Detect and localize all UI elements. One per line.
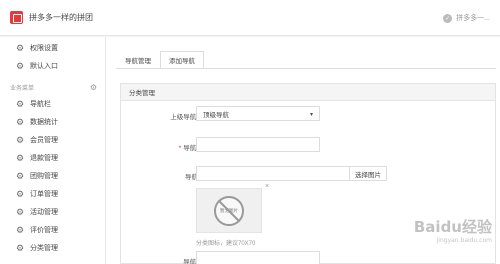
close-icon[interactable]: × — [265, 183, 269, 190]
sidebar-item-refunds[interactable]: ⚙ 退款管理 — [0, 149, 105, 167]
gear-icon: ⚙ — [15, 242, 25, 253]
category-select[interactable]: 顶级导航 ▾ — [196, 106, 320, 121]
tab-divider — [116, 68, 496, 69]
gear-icon: ⚙ — [15, 134, 25, 145]
gear-icon: ⚙ — [15, 42, 25, 53]
nav-sort-input[interactable] — [196, 251, 320, 264]
user-avatar-icon: ✓ — [443, 13, 453, 23]
gear-icon: ⚙ — [15, 224, 25, 235]
required-marker: * — [178, 145, 182, 152]
image-preview: 暂无图片 — [196, 188, 262, 233]
gear-icon: ⚙ — [15, 98, 25, 109]
sidebar-item-default-entry[interactable]: ⚙ 默认入口 — [0, 57, 105, 75]
tab-bar: 导航管理 添加导航 — [116, 51, 204, 69]
sidebar-item-label: 活动管理 — [30, 209, 58, 216]
app-title: 拼多多一样的拼团 — [29, 13, 93, 22]
sidebar-item-label: 分类管理 — [30, 245, 58, 252]
sidebar-item-statistics[interactable]: ⚙ 数据统计 — [0, 113, 105, 131]
select-image-button[interactable]: 选择图片 — [349, 166, 387, 181]
tab-add-nav[interactable]: 添加导航 — [160, 51, 204, 69]
sidebar-item-navbar[interactable]: ⚙ 导航栏 — [0, 95, 105, 113]
nav-icon-input[interactable] — [196, 166, 350, 181]
sidebar-item-label: 退款管理 — [30, 155, 58, 162]
no-image-icon: 暂无图片 — [214, 195, 244, 226]
sidebar-section-header: 业务菜单 ⚙ — [0, 79, 105, 95]
gear-icon: ⚙ — [15, 116, 25, 127]
watermark-url: jingyan.baidu.com — [436, 237, 492, 244]
sidebar-item-activities[interactable]: ⚙ 活动管理 — [0, 203, 105, 221]
gear-icon: ⚙ — [15, 60, 25, 71]
sidebar-item-label: 订单管理 — [30, 191, 58, 198]
user-menu[interactable]: ✓ 拼多多一... — [443, 13, 490, 23]
nav-name-input[interactable] — [196, 137, 320, 152]
sidebar-item-reviews[interactable]: ⚙ 评价管理 — [0, 221, 105, 239]
gear-icon: ⚙ — [15, 152, 25, 163]
gear-icon: ⚙ — [15, 188, 25, 199]
sidebar-item-members[interactable]: ⚙ 会员管理 — [0, 131, 105, 149]
sidebar-item-label: 默认入口 — [30, 63, 58, 70]
user-label: 拼多多一... — [456, 15, 490, 22]
panel-title: 分类管理 — [121, 84, 495, 101]
sidebar-item-label: 导航栏 — [30, 101, 51, 108]
app-header: 拼多多一样的拼团 ✓ 拼多多一... — [0, 0, 500, 36]
gear-icon: ⚙ — [15, 206, 25, 217]
gear-icon[interactable]: ⚙ — [90, 83, 97, 92]
app-logo-icon — [10, 11, 23, 24]
sidebar-item-label: 评价管理 — [30, 227, 58, 234]
sidebar-item-categories[interactable]: ⚙ 分类管理 — [0, 239, 105, 257]
sidebar-section-title: 业务菜单 — [10, 85, 35, 92]
sidebar-item-label: 团购管理 — [30, 173, 58, 180]
category-select-value: 顶级导航 — [203, 111, 229, 119]
sidebar-item-orders[interactable]: ⚙ 订单管理 — [0, 185, 105, 203]
sidebar-item-permissions[interactable]: ⚙ 权限设置 — [0, 39, 105, 57]
sidebar-item-label: 权限设置 — [30, 45, 58, 52]
sidebar-item-label: 会员管理 — [30, 137, 58, 144]
chevron-down-icon: ▾ — [309, 112, 313, 118]
gear-icon: ⚙ — [15, 170, 25, 181]
sidebar-item-label: 数据统计 — [30, 119, 58, 126]
watermark: Baidu经验 jingyan.baidu.com — [414, 216, 492, 244]
watermark-logo: Baidu经验 — [413, 218, 492, 236]
sidebar-item-group-buying[interactable]: ⚙ 团购管理 — [0, 167, 105, 185]
tab-nav-management[interactable]: 导航管理 — [116, 51, 160, 69]
no-image-text: 暂无图片 — [220, 207, 238, 213]
icon-hint: 分类图标，建议70X70 — [196, 241, 256, 247]
sidebar: ⚙ 权限设置 ⚙ 默认入口 业务菜单 ⚙ ⚙ 导航栏 ⚙ 数据统计 ⚙ 会员管理… — [0, 37, 106, 264]
